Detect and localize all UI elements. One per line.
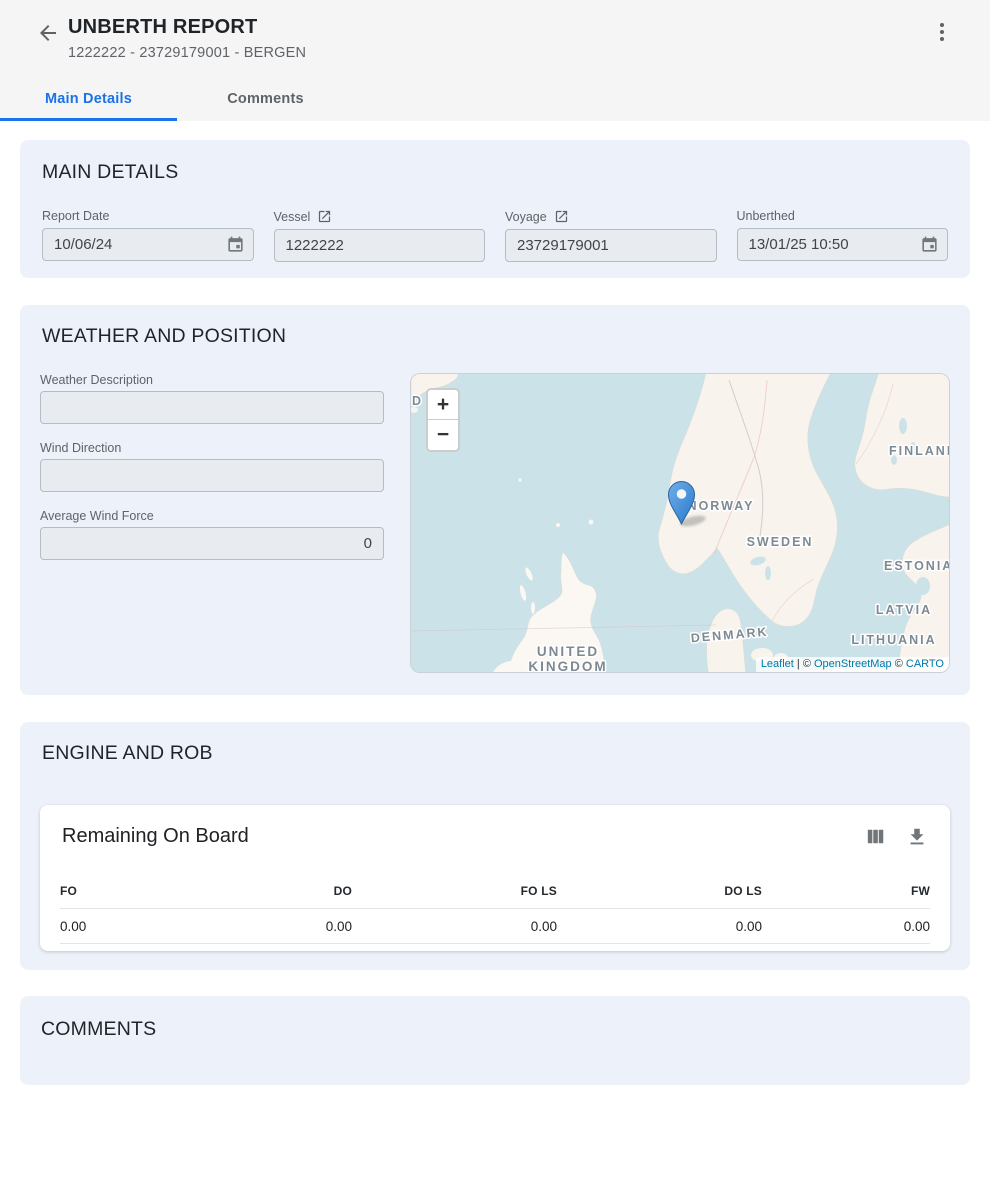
osm-link[interactable]: OpenStreetMap [814, 658, 892, 670]
tab-bar: Main Details Comments [0, 76, 354, 121]
kebab-menu-icon [930, 20, 954, 44]
title-block: UNBERTH REPORT 1222222 - 23729179001 - B… [68, 15, 306, 63]
attribution-divider: | [797, 658, 800, 670]
weather-position-card: WEATHER AND POSITION Weather Description… [20, 305, 970, 695]
arrow-back-icon [36, 21, 60, 45]
map-label-estonia: ESTONIA [884, 559, 950, 573]
report-date-label: Report Date [42, 209, 109, 223]
vessel-field: Vessel [274, 209, 486, 262]
back-button[interactable] [36, 21, 60, 45]
map-label-partial: D [412, 394, 423, 408]
calendar-icon[interactable] [226, 235, 245, 259]
col-header-fw: FW [762, 884, 930, 898]
voyage-field: Voyage [505, 209, 717, 262]
copyright-sign: © [895, 658, 903, 670]
weather-description-label: Weather Description [40, 373, 153, 387]
rob-table-title: Remaining On Board [62, 825, 249, 848]
leaflet-link[interactable]: Leaflet [761, 658, 794, 670]
open-in-new-icon[interactable] [317, 209, 332, 224]
average-wind-force-input[interactable] [40, 527, 384, 560]
cell-fo: 0.00 [60, 919, 210, 934]
col-header-fo: FO [60, 884, 210, 898]
more-options-button[interactable] [930, 20, 954, 44]
map-attribution: Leaflet | © OpenStreetMap © CARTO [756, 657, 949, 672]
map-label-lithuania: LITHUANIA [851, 633, 936, 647]
weather-fields: Weather Description Wind Direction Avera… [40, 373, 384, 673]
carto-link[interactable]: CARTO [906, 658, 944, 670]
page-title: UNBERTH REPORT [68, 15, 306, 40]
cell-do: 0.00 [210, 919, 352, 934]
vessel-input[interactable] [274, 229, 486, 262]
cell-fols: 0.00 [352, 919, 557, 934]
wind-direction-label: Wind Direction [40, 441, 121, 455]
tab-comments[interactable]: Comments [177, 76, 354, 121]
map-label-sweden: SWEDEN [747, 535, 814, 549]
rob-value-row: 0.00 0.00 0.00 0.00 0.00 [60, 909, 930, 944]
main-details-heading: MAIN DETAILS [42, 161, 948, 184]
active-tab-indicator [0, 118, 177, 121]
col-header-do: DO [210, 884, 352, 898]
average-wind-force-label: Average Wind Force [40, 509, 154, 523]
map-label-latvia: LATVIA [876, 603, 932, 617]
weather-description-input[interactable] [40, 391, 384, 424]
app-header: UNBERTH REPORT 1222222 - 23729179001 - B… [0, 0, 990, 121]
calendar-icon[interactable] [920, 235, 939, 259]
unberthed-field: Unberthed [737, 209, 949, 262]
vessel-label: Vessel [274, 210, 311, 224]
weather-position-heading: WEATHER AND POSITION [42, 325, 950, 348]
map-label-norway: NORWAY [688, 499, 755, 513]
page-subtitle: 1222222 - 23729179001 - BERGEN [68, 43, 306, 63]
position-map[interactable]: D NORWAY SWEDEN FINLAND ESTONIA LATVIA L… [410, 373, 950, 673]
copyright-sign: © [803, 658, 811, 670]
col-header-dols: DO LS [557, 884, 762, 898]
report-date-field: Report Date [42, 209, 254, 262]
wind-direction-input[interactable] [40, 459, 384, 492]
cell-dols: 0.00 [557, 919, 762, 934]
map-label-uk-1: UNITED [537, 644, 599, 659]
cell-fw: 0.00 [762, 919, 930, 934]
report-date-input[interactable] [42, 228, 254, 261]
open-in-new-icon[interactable] [554, 209, 569, 224]
remaining-on-board-panel: Remaining On Board FO DO FO LS DO LS FW … [40, 805, 950, 951]
zoom-out-button[interactable]: − [428, 420, 458, 450]
main-details-card: MAIN DETAILS Report Date Vessel Voyage [20, 140, 970, 278]
engine-rob-card: ENGINE AND ROB Remaining On Board FO DO … [20, 722, 970, 970]
map-zoom-control: + − [426, 388, 460, 452]
zoom-in-button[interactable]: + [428, 390, 458, 420]
map-label-finland: FINLAND [889, 444, 950, 458]
voyage-label: Voyage [505, 210, 547, 224]
download-icon[interactable] [906, 826, 928, 848]
tab-main-details[interactable]: Main Details [0, 76, 177, 121]
rob-header-row: FO DO FO LS DO LS FW [60, 874, 930, 909]
voyage-input[interactable] [505, 229, 717, 262]
columns-icon[interactable] [864, 825, 887, 848]
map-label-uk-2: KINGDOM [528, 659, 607, 673]
unberthed-input[interactable] [737, 228, 949, 261]
engine-rob-heading: ENGINE AND ROB [42, 742, 950, 765]
map-basemap: D NORWAY SWEDEN FINLAND ESTONIA LATVIA L… [411, 374, 950, 673]
comments-heading: COMMENTS [41, 1018, 949, 1041]
comments-card: COMMENTS [20, 996, 970, 1085]
unberthed-label: Unberthed [737, 209, 795, 223]
col-header-fols: FO LS [352, 884, 557, 898]
